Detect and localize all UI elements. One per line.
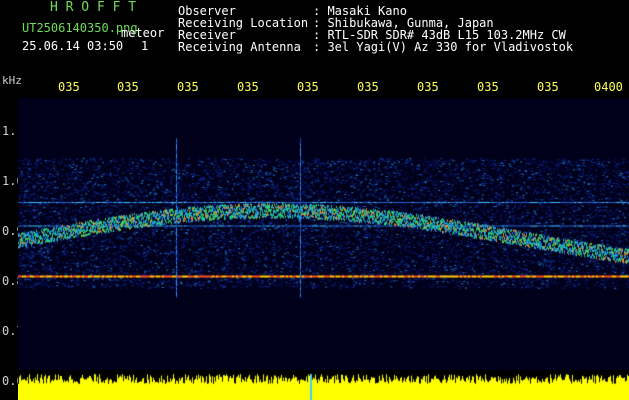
antenna-value: : 3el Yagi(V) Az 330 for Vladivostok [313,40,574,54]
antenna-label: Receiving Antenna [178,40,301,54]
time-tick: 0400 [594,80,623,94]
app-title: H R O F F T [50,0,137,15]
index-label: 1 [141,39,149,53]
time-tick: 035 [177,80,199,94]
time-tick: 035 [537,80,559,94]
time-tick: 035 [477,80,499,94]
time-tick: 035 [297,80,319,94]
spectrogram-canvas [18,98,629,380]
time-tick: 035 [237,80,259,94]
spectrogram [18,98,629,380]
time-tick: 035 [117,80,139,94]
time-tick: 035 [417,80,439,94]
time-tick: 035 [58,80,80,94]
time-tick: 035 [357,80,379,94]
timestamp-label: 25.06.14 03:50 [22,39,124,53]
meteor-badge: meteor [121,26,165,40]
axis-unit-label: kHz [2,74,22,87]
signal-strength-strip [18,370,629,400]
